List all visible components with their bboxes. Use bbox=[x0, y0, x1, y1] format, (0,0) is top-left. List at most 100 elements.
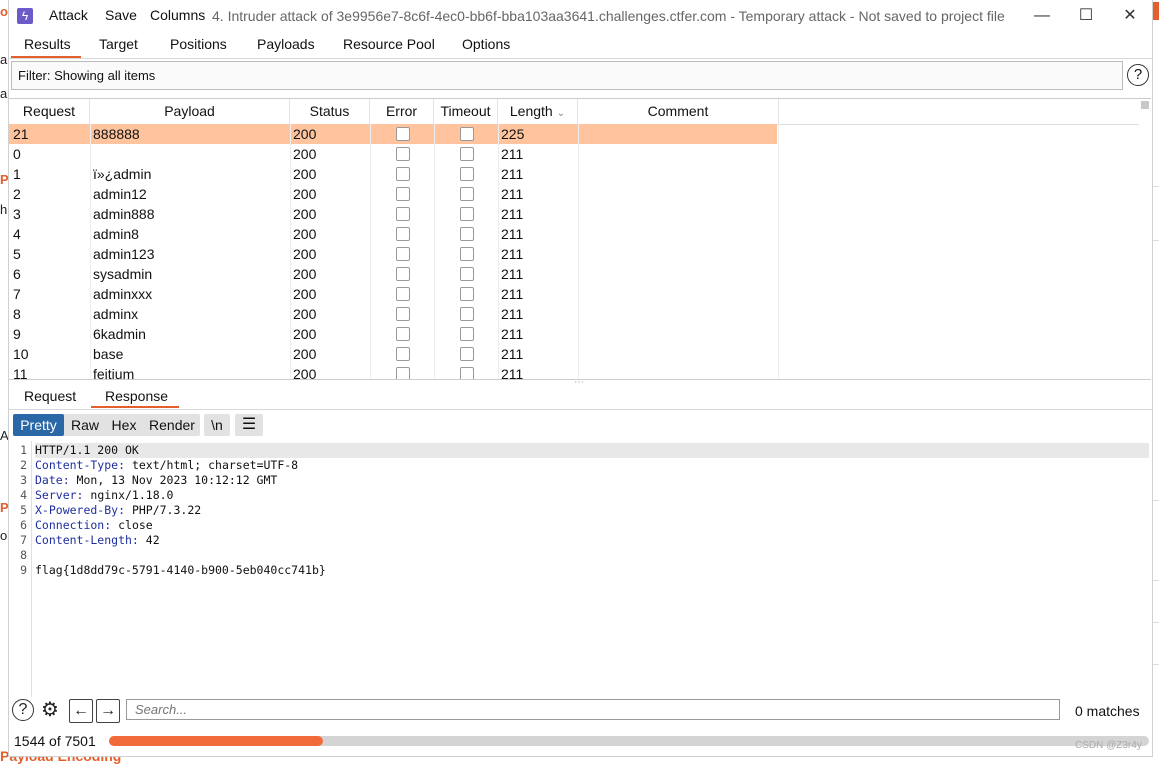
cell-length: 211 bbox=[501, 286, 524, 302]
cell-payload: admin12 bbox=[93, 186, 147, 202]
show-newlines-button[interactable]: \n bbox=[204, 414, 230, 436]
column-header-status[interactable]: Status bbox=[290, 99, 370, 124]
arrow-left-icon[interactable]: ← bbox=[69, 699, 93, 723]
response-line: X-Powered-By: PHP/7.3.22 bbox=[35, 503, 201, 518]
table-row[interactable]: 21 888888 200 225 bbox=[9, 124, 777, 144]
timeout-checkbox bbox=[460, 347, 474, 361]
cell-status: 200 bbox=[293, 166, 317, 182]
cell-request: 4 bbox=[13, 226, 21, 242]
response-line: Content-Type: text/html; charset=UTF-8 bbox=[35, 458, 298, 473]
menu-save[interactable]: Save bbox=[105, 7, 137, 23]
view-hex-button[interactable]: Hex bbox=[106, 414, 142, 436]
cell-length: 211 bbox=[501, 306, 524, 322]
response-line: Server: nginx/1.18.0 bbox=[35, 488, 173, 503]
cell-length: 211 bbox=[501, 146, 524, 162]
intruder-attack-window: ϟ Attack Save Columns 4. Intruder attack… bbox=[8, 0, 1153, 757]
table-row[interactable]: 3 admin888 200 211 bbox=[9, 204, 777, 224]
scrollbar-thumb[interactable] bbox=[1141, 101, 1149, 109]
column-header-request[interactable]: Request bbox=[9, 99, 90, 124]
gear-icon[interactable]: ⚙ bbox=[39, 699, 61, 721]
menu-attack[interactable]: Attack bbox=[49, 7, 88, 23]
arrow-right-icon[interactable]: → bbox=[96, 699, 120, 723]
cell-payload: ï»¿admin bbox=[93, 166, 152, 182]
table-row[interactable]: 8 adminx 200 211 bbox=[9, 304, 777, 324]
column-header-error[interactable]: Error bbox=[370, 99, 434, 124]
cell-status: 200 bbox=[293, 206, 317, 222]
line-number-gutter: 123456789 bbox=[9, 441, 32, 697]
cell-length: 211 bbox=[501, 226, 524, 242]
timeout-checkbox bbox=[460, 147, 474, 161]
filter-bar[interactable]: Filter: Showing all items bbox=[11, 61, 1123, 90]
cell-request: 9 bbox=[13, 326, 21, 342]
tab-payloads[interactable]: Payloads bbox=[257, 36, 315, 52]
table-row[interactable]: 7 adminxxx 200 211 bbox=[9, 284, 777, 304]
menu-columns[interactable]: Columns bbox=[150, 7, 205, 23]
error-checkbox bbox=[396, 267, 410, 281]
error-checkbox bbox=[396, 347, 410, 361]
cell-payload: feitium bbox=[93, 366, 135, 380]
view-raw-button[interactable]: Raw bbox=[66, 414, 104, 436]
table-scrollbar[interactable] bbox=[1141, 99, 1149, 379]
cell-status: 200 bbox=[293, 286, 317, 302]
cell-status: 200 bbox=[293, 126, 317, 142]
bg-fragment: a bbox=[0, 52, 8, 67]
help-icon[interactable]: ? bbox=[1127, 64, 1149, 86]
column-header-payload[interactable]: Payload bbox=[90, 99, 290, 124]
column-divider bbox=[778, 124, 779, 379]
table-row[interactable]: 11 feitium 200 211 bbox=[9, 364, 777, 380]
table-header: Request Payload Status Error Timeout Len… bbox=[9, 99, 1139, 125]
line-number: 8 bbox=[20, 548, 27, 562]
tab-options[interactable]: Options bbox=[462, 36, 510, 52]
cell-payload: admin123 bbox=[93, 246, 155, 262]
header-value: nginx/1.18.0 bbox=[83, 488, 174, 502]
maximize-button[interactable]: ☐ bbox=[1064, 2, 1108, 30]
tab-results[interactable]: Results bbox=[24, 36, 71, 52]
response-line: flag{1d8dd79c-5791-4140-b900-5eb040cc741… bbox=[35, 563, 326, 578]
sort-descending-icon: ⌄ bbox=[556, 108, 566, 119]
table-row[interactable]: 1 ï»¿admin 200 211 bbox=[9, 164, 777, 184]
filter-label: Filter: Showing all items bbox=[18, 68, 156, 83]
header-value: flag{1d8dd79c-5791-4140-b900-5eb040cc741… bbox=[35, 563, 326, 577]
help-icon[interactable]: ? bbox=[12, 699, 34, 721]
tab-request[interactable]: Request bbox=[24, 388, 76, 404]
column-header-timeout[interactable]: Timeout bbox=[434, 99, 498, 124]
table-row[interactable]: 2 admin12 200 211 bbox=[9, 184, 777, 204]
cell-status: 200 bbox=[293, 246, 317, 262]
view-render-button[interactable]: Render bbox=[144, 414, 200, 436]
cell-request: 11 bbox=[13, 366, 28, 380]
cell-request: 7 bbox=[13, 286, 21, 302]
close-button[interactable]: ✕ bbox=[1108, 2, 1152, 30]
hamburger-menu-icon[interactable]: ☰ bbox=[235, 414, 263, 436]
response-editor[interactable]: 123456789 HTTP/1.1 200 OK Content-Type: t… bbox=[9, 441, 1152, 697]
table-row[interactable]: 9 6kadmin 200 211 bbox=[9, 324, 777, 344]
table-row[interactable]: 0 200 211 bbox=[9, 144, 777, 164]
table-row[interactable]: 4 admin8 200 211 bbox=[9, 224, 777, 244]
status-bar: 1544 of 7501 CSDN @Z3r4y bbox=[9, 728, 1152, 752]
cell-status: 200 bbox=[293, 366, 317, 380]
tab-target[interactable]: Target bbox=[99, 36, 138, 52]
table-row[interactable]: 10 base 200 211 bbox=[9, 344, 777, 364]
column-header-comment[interactable]: Comment bbox=[578, 99, 779, 124]
error-checkbox bbox=[396, 127, 410, 141]
search-input[interactable] bbox=[126, 699, 1060, 720]
header-value: close bbox=[111, 518, 153, 532]
active-tab-indicator bbox=[11, 56, 81, 58]
view-pretty-button[interactable]: Pretty bbox=[13, 414, 64, 436]
cell-length: 211 bbox=[501, 366, 524, 380]
line-number: 2 bbox=[20, 458, 27, 472]
table-row[interactable]: 5 admin123 200 211 bbox=[9, 244, 777, 264]
error-checkbox bbox=[396, 167, 410, 181]
column-header-length[interactable]: Length ⌄ bbox=[498, 99, 578, 124]
minimize-button[interactable]: — bbox=[1020, 2, 1064, 30]
results-table: Request Payload Status Error Timeout Len… bbox=[9, 98, 1151, 380]
tab-positions[interactable]: Positions bbox=[170, 36, 227, 52]
cell-payload: 6kadmin bbox=[93, 326, 146, 342]
table-row[interactable]: 6 sysadmin 200 211 bbox=[9, 264, 777, 284]
tab-response[interactable]: Response bbox=[105, 388, 168, 404]
bg-fragment: h bbox=[0, 202, 8, 217]
cell-payload: adminxxx bbox=[93, 286, 153, 302]
error-checkbox bbox=[396, 367, 410, 379]
cell-request: 2 bbox=[13, 186, 21, 202]
error-checkbox bbox=[396, 307, 410, 321]
tab-resource-pool[interactable]: Resource Pool bbox=[343, 36, 435, 52]
